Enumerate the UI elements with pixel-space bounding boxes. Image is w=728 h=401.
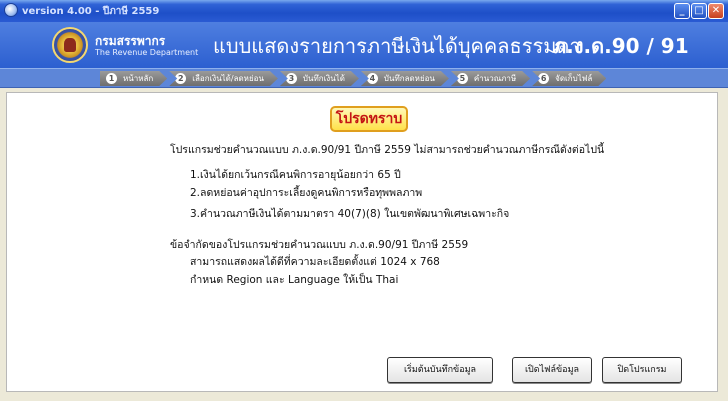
step-home[interactable]: 1 หน้าหลัก — [100, 71, 167, 86]
step-label: จัดเก็บไฟล์ — [555, 74, 593, 83]
notice-item: 2.ลดหย่อนค่าอุปการะเลี้ยงดูคนพิการหรือทุ… — [190, 187, 423, 199]
limits-title: ข้อจำกัดของโปรแกรมช่วยคำนวณแบบ ภ.ง.ด.90/… — [170, 239, 469, 251]
limit-item: กำหนด Region และ Language ให้เป็น Thai — [190, 274, 399, 286]
step-save-file[interactable]: 6 จัดเก็บไฟล์ — [532, 71, 606, 86]
step-record-income[interactable]: 3 บันทึกเงินได้ — [280, 71, 359, 86]
step-number: 2 — [175, 73, 186, 84]
step-label: เลือกเงินได้/ลดหย่อน — [192, 74, 264, 83]
step-number: 4 — [367, 73, 378, 84]
step-label: บันทึกเงินได้ — [302, 74, 345, 83]
limit-item: สามารถแสดงผลได้ดีที่ความละเอียดตั้งแต่ 1… — [190, 256, 440, 268]
step-label: คำนวณภาษี — [473, 74, 517, 83]
minimize-button[interactable]: _ — [674, 3, 690, 19]
window-title: version 4.00 - ปีภาษี 2559 — [22, 6, 160, 17]
step-number: 1 — [106, 73, 117, 84]
step-number: 6 — [538, 73, 549, 84]
step-label: บันทึกลดหย่อน — [383, 74, 435, 83]
form-code: ภ.ง.ด.90 / 91 — [553, 34, 689, 58]
department-name-en: The Revenue Department — [95, 48, 199, 57]
form-title: แบบแสดงรายการภาษีเงินได้บุคคลธรรมดา — [213, 34, 581, 58]
notice-badge: โปรดทราบ — [330, 106, 408, 132]
app-icon — [4, 3, 18, 17]
step-label: หน้าหลัก — [123, 74, 154, 83]
notice-item: 1.เงินได้ยกเว้นกรณีคนพิการอายุน้อยกว่า 6… — [190, 169, 401, 181]
open-file-button[interactable]: เปิดไฟล์ข้อมูล — [512, 357, 592, 383]
maximize-button[interactable]: □ — [691, 3, 707, 19]
app-window: version 4.00 - ปีภาษี 2559 _ □ ✕ กรมสรรพ… — [0, 0, 728, 401]
exit-program-button[interactable]: ปิดโปรแกรม — [602, 357, 682, 383]
title-bar[interactable]: version 4.00 - ปีภาษี 2559 _ □ ✕ — [0, 0, 728, 22]
notice-intro: โปรแกรมช่วยคำนวณแบบ ภ.ง.ด.90/91 ปีภาษี 2… — [170, 144, 605, 156]
step-record-deductions[interactable]: 4 บันทึกลดหย่อน — [361, 71, 449, 86]
panel-right-edge — [720, 92, 728, 392]
step-select-income[interactable]: 2 เลือกเงินได้/ลดหย่อน — [169, 71, 278, 86]
notice-item: 3.คำนวณภาษีเงินได้ตามมาตรา 40(7)(8) ในเข… — [190, 208, 510, 220]
step-number: 5 — [457, 73, 468, 84]
step-navigation: 1 หน้าหลัก 2 เลือกเงินได้/ลดหย่อน 3 บันท… — [0, 68, 728, 88]
revenue-department-logo — [52, 27, 88, 63]
close-window-button[interactable]: ✕ — [708, 3, 724, 19]
step-calculate-tax[interactable]: 5 คำนวณภาษี — [451, 71, 530, 86]
start-entry-button[interactable]: เริ่มต้นบันทึกข้อมูล — [387, 357, 493, 383]
step-number: 3 — [286, 73, 297, 84]
status-bar — [0, 392, 728, 401]
